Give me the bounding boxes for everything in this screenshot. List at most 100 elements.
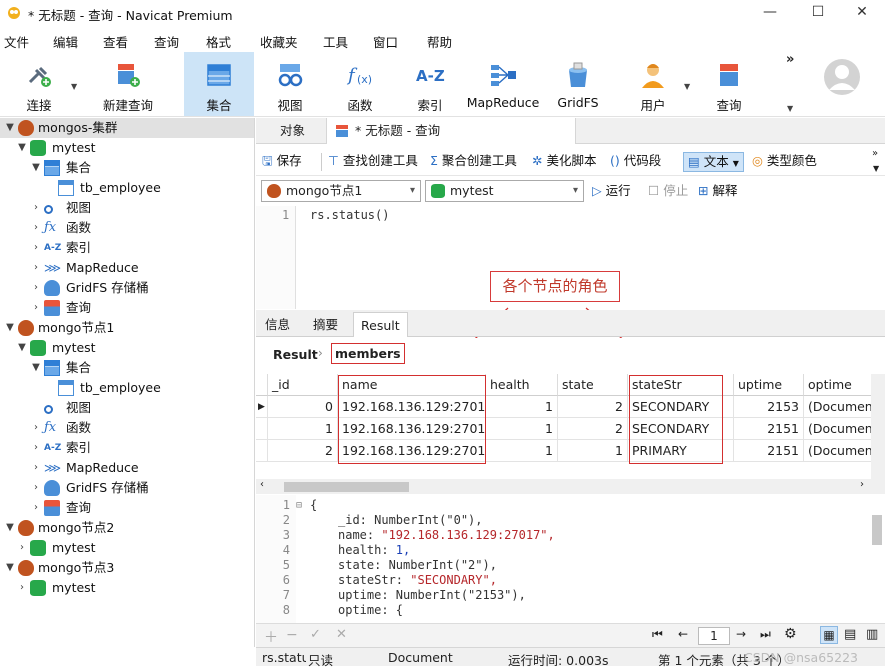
menu-window[interactable]: 窗口 <box>373 32 398 51</box>
menu-view[interactable]: 查看 <box>103 32 128 51</box>
table-cell[interactable]: SECONDARY <box>628 396 734 418</box>
close-button[interactable]: ✕ <box>839 0 885 26</box>
form-view-icon[interactable]: ▤ <box>844 627 856 642</box>
delete-record-icon[interactable]: − <box>286 627 298 643</box>
breadcrumb-root[interactable]: Result <box>273 347 318 362</box>
row-indicator[interactable]: ▶ <box>256 396 268 418</box>
beautify-button[interactable]: ✲ 美化脚本 <box>532 152 596 172</box>
tab-info[interactable]: 信息 <box>258 312 297 337</box>
tree-item[interactable]: › ⋙ MapReduce <box>0 458 254 478</box>
aggregate-builder-button[interactable]: Σ 聚合创建工具 <box>430 152 517 172</box>
tree-item[interactable]: › GridFS 存储桶 <box>0 478 254 498</box>
toolbar-more-icon[interactable]: » <box>786 52 794 67</box>
stop-button[interactable]: ☐ 停止 <box>648 182 688 202</box>
expand-arrow-icon[interactable]: › <box>30 498 42 518</box>
table-cell[interactable]: 192.168.136.129:27019 <box>338 440 486 462</box>
expand-arrow-icon[interactable]: › <box>16 578 28 598</box>
table-cell[interactable]: 2 <box>558 396 628 418</box>
menu-file[interactable]: 文件 <box>4 32 29 51</box>
expand-arrow-icon[interactable]: › <box>30 198 42 218</box>
last-page-icon[interactable]: ⏭ <box>760 627 771 642</box>
table-cell[interactable]: 1 <box>268 418 338 440</box>
tab-query[interactable]: * 无标题 - 查询 <box>326 118 576 144</box>
run-button[interactable]: ▷ 运行 <box>592 182 631 202</box>
toolbar-overflow-icon[interactable]: ▼ <box>787 104 793 113</box>
text-mode-dropdown-icon[interactable]: ▼ <box>733 159 739 168</box>
text-view-icon[interactable]: ▥ <box>866 627 878 642</box>
table-cell[interactable]: 1 <box>486 418 558 440</box>
settings-gear-icon[interactable]: ⚙ <box>784 626 797 642</box>
table-cell[interactable]: 0 <box>268 396 338 418</box>
tree-item[interactable]: › ⋙ MapReduce <box>0 258 254 278</box>
tab-objects[interactable]: 对象 <box>270 118 315 144</box>
minimize-button[interactable]: — <box>747 0 793 26</box>
collapse-arrow-icon[interactable]: ▼ <box>30 358 42 378</box>
function-button[interactable]: f (x) 函数 <box>326 52 394 116</box>
collapse-arrow-icon[interactable]: ▼ <box>4 518 16 538</box>
gridfs-button[interactable]: GridFS <box>546 52 610 116</box>
column-header[interactable]: name <box>338 374 486 396</box>
scroll-thumb[interactable] <box>284 482 409 492</box>
json-scroll-thumb[interactable] <box>872 515 882 545</box>
column-header[interactable]: state <box>558 374 628 396</box>
collapse-arrow-icon[interactable]: ▼ <box>4 318 16 338</box>
next-page-icon[interactable]: → <box>736 627 746 641</box>
tree-item[interactable]: 视图 <box>0 398 254 418</box>
expand-arrow-icon[interactable]: › <box>30 218 42 238</box>
tab-summary[interactable]: 摘要 <box>306 312 345 337</box>
menu-favorites[interactable]: 收藏夹 <box>260 32 298 51</box>
expand-arrow-icon[interactable]: › <box>16 538 28 558</box>
first-page-icon[interactable]: ⏮ <box>652 627 663 642</box>
expand-arrow-icon[interactable]: › <box>30 458 42 478</box>
expand-arrow-icon[interactable]: › <box>30 478 42 498</box>
table-cell[interactable]: PRIMARY <box>628 440 734 462</box>
scroll-right-icon[interactable]: › <box>860 479 864 490</box>
explain-button[interactable]: ⊞ 解释 <box>698 182 737 202</box>
expand-arrow-icon[interactable]: › <box>30 418 42 438</box>
grid-vertical-scrollbar[interactable] <box>871 374 885 479</box>
user-dropdown-icon[interactable]: ▼ <box>684 82 690 91</box>
menu-help[interactable]: 帮助 <box>427 32 452 51</box>
tree-item[interactable]: › 查询 <box>0 498 254 518</box>
tree-item[interactable]: ▼ 集合 <box>0 358 254 378</box>
add-record-icon[interactable]: ＋ <box>264 627 278 647</box>
tree-item[interactable]: tb_employee <box>0 178 254 198</box>
collapse-arrow-icon[interactable]: ▼ <box>4 558 16 578</box>
tree-item[interactable]: ▼ 集合 <box>0 158 254 178</box>
query-button[interactable]: 查询 <box>698 52 760 116</box>
expand-arrow-icon[interactable]: › <box>30 238 42 258</box>
menu-edit[interactable]: 编辑 <box>53 32 78 51</box>
tree-item[interactable]: ▼ mytest <box>0 338 254 358</box>
menu-query[interactable]: 查询 <box>154 32 179 51</box>
new-query-button[interactable]: 新建查询 <box>86 52 170 116</box>
connection-select[interactable]: mongo节点1 ▾ <box>261 180 421 202</box>
fold-toggle-icon[interactable]: ⊟ <box>296 498 302 513</box>
json-viewer[interactable]: 1 ⊟ {2 _id: NumberInt("0"), 3 name: "192.168.… <box>256 495 885 623</box>
collapse-arrow-icon[interactable]: ▼ <box>16 138 28 158</box>
table-cell[interactable]: 1 <box>486 440 558 462</box>
tree-item[interactable]: tb_employee <box>0 378 254 398</box>
connect-button[interactable]: 连接 <box>8 52 70 116</box>
grid-view-icon[interactable]: ▦ <box>820 626 838 644</box>
query-toolbar-more-icon[interactable]: » <box>872 148 878 159</box>
save-button[interactable]: 🖫 保存 <box>262 152 302 172</box>
tree-item[interactable]: › mytest <box>0 538 254 558</box>
connect-dropdown-icon[interactable]: ▼ <box>71 82 77 91</box>
tree-item[interactable]: › ƒx 函数 <box>0 418 254 438</box>
horizontal-scrollbar[interactable]: ‹ › <box>256 479 885 494</box>
collapse-arrow-icon[interactable]: ▼ <box>4 118 16 138</box>
column-header[interactable]: uptime <box>734 374 804 396</box>
table-cell[interactable]: 1 <box>486 396 558 418</box>
expand-arrow-icon[interactable]: › <box>30 258 42 278</box>
row-indicator[interactable] <box>256 440 268 462</box>
breadcrumb-current[interactable]: members <box>331 343 405 364</box>
scroll-left-icon[interactable]: ‹ <box>260 479 264 490</box>
user-button[interactable]: 用户 <box>620 52 686 116</box>
editor-code-line[interactable]: rs.status() <box>310 208 389 222</box>
tree-item[interactable]: ▼ mongo节点3 <box>0 558 254 578</box>
text-mode-button[interactable]: ▤ 文本 ▼ <box>683 152 744 172</box>
table-cell[interactable]: 192.168.136.129:27017 <box>338 396 486 418</box>
discard-icon[interactable]: ✕ <box>336 627 347 642</box>
expand-arrow-icon[interactable]: › <box>30 278 42 298</box>
tree-item[interactable]: › A-Z 索引 <box>0 238 254 258</box>
